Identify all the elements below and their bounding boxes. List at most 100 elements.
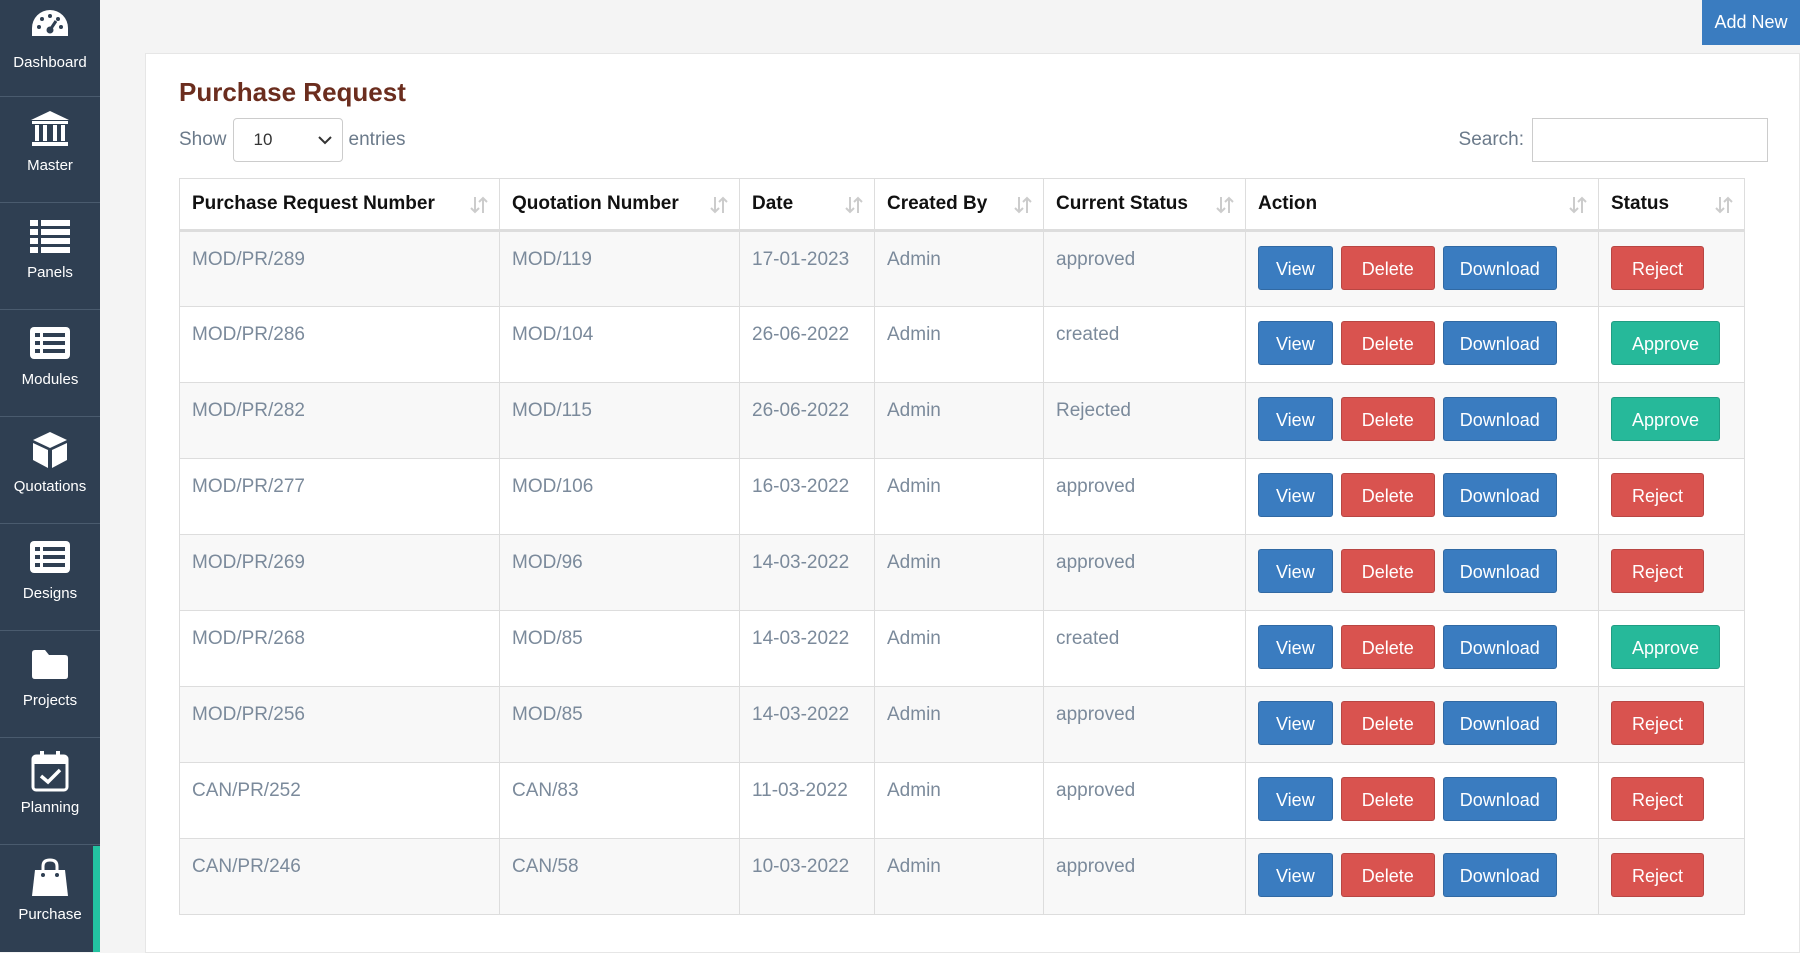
reject-button[interactable]: Reject (1611, 701, 1705, 745)
table-row: MOD/PR/282 MOD/115 26-06-2022 Admin Rejected… (179, 382, 1745, 459)
delete-button[interactable]: Delete (1340, 777, 1435, 821)
add-new-button[interactable]: Add New (1702, 0, 1800, 45)
sidebar-item-panels[interactable]: Panels (0, 204, 100, 310)
view-button[interactable]: View (1258, 625, 1333, 669)
quotation-number-cell: MOD/104 (499, 306, 740, 383)
current-status-cell: created (1043, 306, 1246, 383)
approve-button[interactable]: Approve (1611, 321, 1721, 365)
current-status-cell: approved (1043, 686, 1246, 763)
view-button[interactable]: View (1258, 701, 1333, 745)
current-status-cell: approved (1043, 458, 1246, 535)
quotation-number-cell: MOD/96 (499, 534, 740, 611)
current-status-cell: approved (1043, 762, 1246, 839)
sidebar-item-designs[interactable]: Designs (0, 525, 100, 631)
quotation-number-cell: MOD/106 (499, 458, 740, 535)
show-label: Show (179, 129, 227, 150)
download-button[interactable]: Download (1442, 777, 1557, 821)
approve-button[interactable]: Approve (1611, 397, 1721, 441)
approve-button[interactable]: Approve (1611, 625, 1721, 669)
download-button[interactable]: Download (1442, 321, 1557, 365)
date-cell: 10-03-2022 (739, 838, 875, 915)
view-button[interactable]: View (1258, 321, 1333, 365)
list-icon (29, 214, 71, 258)
sidebar-item-label: Quotations (13, 478, 87, 495)
action-cell: View Delete Download (1245, 686, 1599, 763)
delete-button[interactable]: Delete (1340, 625, 1435, 669)
quotation-number-cell: CAN/83 (499, 762, 740, 839)
reject-button[interactable]: Reject (1611, 853, 1705, 897)
download-button[interactable]: Download (1442, 701, 1557, 745)
sort-icon (1568, 195, 1588, 221)
column-header[interactable]: Action (1245, 178, 1599, 232)
action-cell: View Delete Download (1245, 838, 1599, 915)
sidebar-item-modules[interactable]: Modules (0, 311, 100, 417)
date-cell: 14-03-2022 (739, 534, 875, 611)
reject-button[interactable]: Reject (1611, 777, 1705, 821)
column-header[interactable]: Date (739, 178, 875, 232)
sidebar-item-projects[interactable]: Projects (0, 632, 100, 738)
entries-length-control: Show 10 entries (179, 117, 406, 163)
created-by-cell-text: Admin (887, 324, 941, 345)
download-button[interactable]: Download (1442, 549, 1557, 593)
column-header-label: Current Status (1056, 193, 1188, 214)
delete-button[interactable]: Delete (1340, 473, 1435, 517)
delete-button[interactable]: Delete (1340, 549, 1435, 593)
reject-button[interactable]: Reject (1611, 473, 1705, 517)
date-cell-text: 17-01-2023 (752, 249, 850, 270)
date-cell-text: 26-06-2022 (752, 400, 850, 421)
view-button[interactable]: View (1258, 777, 1333, 821)
sidebar-item-dashboard[interactable]: Dashboard (0, 0, 100, 97)
current-status-cell: Rejected (1043, 382, 1246, 459)
date-cell: 26-06-2022 (739, 306, 875, 383)
sidebar-item-master[interactable]: Master (0, 97, 100, 203)
delete-button[interactable]: Delete (1340, 701, 1435, 745)
download-button[interactable]: Download (1442, 473, 1557, 517)
sidebar-item-quotations[interactable]: Quotations (0, 418, 100, 524)
column-header[interactable]: Status (1598, 178, 1745, 232)
current-status-cell-text: approved (1056, 704, 1136, 725)
view-button[interactable]: View (1258, 549, 1333, 593)
download-button[interactable]: Download (1442, 853, 1557, 897)
view-button[interactable]: View (1258, 246, 1333, 290)
sidebar-item-purchase[interactable]: Purchase (0, 846, 100, 952)
status-cell: Approve (1598, 610, 1745, 687)
delete-button[interactable]: Delete (1340, 246, 1435, 290)
column-header[interactable]: Created By (874, 178, 1044, 232)
delete-button[interactable]: Delete (1340, 397, 1435, 441)
view-button[interactable]: View (1258, 853, 1333, 897)
download-button[interactable]: Download (1442, 397, 1557, 441)
view-button[interactable]: View (1258, 473, 1333, 517)
sidebar-item-planning[interactable]: Planning (0, 739, 100, 845)
created-by-cell: Admin (874, 610, 1044, 687)
reject-button[interactable]: Reject (1611, 549, 1705, 593)
download-button[interactable]: Download (1442, 625, 1557, 669)
design-list-icon (29, 535, 71, 579)
column-header[interactable]: Quotation Number (499, 178, 740, 232)
table-row: CAN/PR/252 CAN/83 11-03-2022 Admin approved V… (179, 762, 1745, 839)
column-header[interactable]: Purchase Request Number (179, 178, 500, 232)
current-status-cell-text: approved (1056, 780, 1136, 801)
search-input[interactable] (1532, 118, 1768, 162)
date-cell: 26-06-2022 (739, 382, 875, 459)
created-by-cell: Admin (874, 306, 1044, 383)
date-cell-text: 16-03-2022 (752, 476, 850, 497)
pr-number-cell: MOD/PR/286 (179, 306, 500, 383)
date-cell-text: 14-03-2022 (752, 704, 850, 725)
entries-select[interactable]: 10 (232, 118, 343, 162)
delete-button[interactable]: Delete (1340, 321, 1435, 365)
column-header[interactable]: Current Status (1043, 178, 1246, 232)
column-header-label: Quotation Number (512, 193, 679, 214)
column-header-label: Created By (887, 193, 988, 214)
view-button[interactable]: View (1258, 397, 1333, 441)
pr-number-cell-text: MOD/PR/282 (192, 400, 305, 421)
created-by-cell: Admin (874, 838, 1044, 915)
current-status-cell-text: created (1056, 324, 1120, 345)
delete-button[interactable]: Delete (1340, 853, 1435, 897)
download-button[interactable]: Download (1442, 246, 1557, 290)
table-row: MOD/PR/286 MOD/104 26-06-2022 Admin created V… (179, 306, 1745, 383)
quotation-number-cell: MOD/119 (499, 230, 740, 307)
action-cell: View Delete Download (1245, 534, 1599, 611)
reject-button[interactable]: Reject (1611, 246, 1705, 290)
created-by-cell-text: Admin (887, 476, 941, 497)
action-cell: View Delete Download (1245, 382, 1599, 459)
